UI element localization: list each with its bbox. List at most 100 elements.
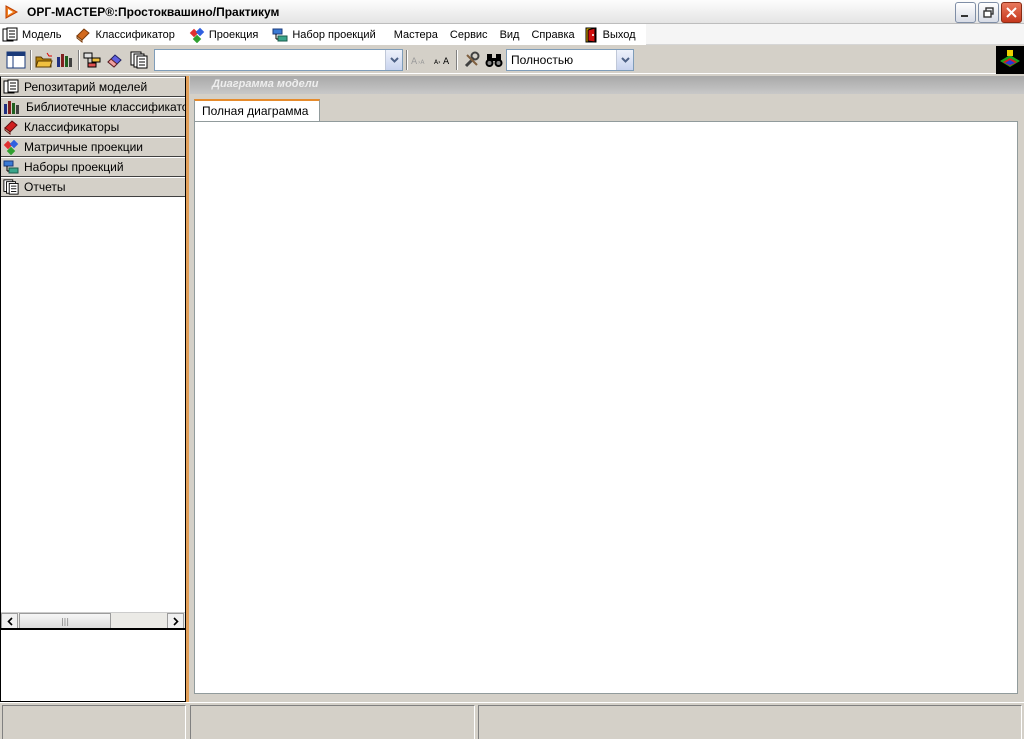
repository-icon [3, 79, 19, 94]
scroll-right-button[interactable] [167, 613, 184, 629]
diagram-header: Диаграмма модели [190, 76, 1024, 94]
menu-service-label: Сервис [449, 28, 488, 41]
nav-item-model-repository[interactable]: Репозитарий моделей [1, 77, 185, 97]
zoom-combo-value: Полностью [511, 53, 574, 67]
reports-icon [130, 51, 148, 69]
chevron-right-icon [172, 616, 179, 626]
menu-view[interactable]: Вид [494, 24, 526, 45]
model-combo-arrow[interactable] [385, 50, 402, 70]
status-panel-3 [478, 705, 1022, 739]
restore-button[interactable] [978, 2, 999, 23]
diagram-canvas[interactable] [194, 121, 1018, 694]
menu-wizards[interactable]: Мастера [382, 24, 444, 45]
close-button[interactable] [1001, 2, 1022, 23]
minimize-button[interactable] [955, 2, 976, 23]
eraser-icon [107, 54, 122, 68]
navigator-details-pane [1, 628, 185, 701]
classifier-button[interactable] [105, 49, 125, 71]
menu-model[interactable]: Модель [0, 24, 67, 45]
nav-item-matrix-projections[interactable]: Матричные проекции [1, 137, 185, 157]
nav-item-label: Библиотечные классификаторы [26, 100, 185, 114]
toolbar-separator [406, 50, 408, 70]
reports-button[interactable] [128, 49, 150, 71]
panel-splitter[interactable] [186, 76, 189, 702]
model-combo[interactable] [154, 49, 403, 71]
navigator-horizontal-scrollbar[interactable]: ||| [1, 612, 185, 629]
nav-item-label: Матричные проекции [24, 140, 143, 154]
exit-door-icon [585, 26, 597, 43]
menu-exit[interactable]: Выход [581, 24, 642, 45]
book-icon [4, 120, 18, 135]
chevron-down-icon [620, 57, 630, 63]
menu-model-label: Модель [22, 28, 62, 41]
nav-item-classifiers[interactable]: Классификаторы [1, 117, 185, 137]
nav-item-label: Классификаторы [24, 120, 120, 134]
hierarchy-icon [83, 52, 101, 68]
book-icon [76, 27, 91, 43]
toolbar: A ›A A› A Полностью [0, 46, 1024, 74]
projection-set-icon [3, 160, 19, 174]
status-panel-1 [2, 705, 186, 739]
zoom-combo-arrow[interactable] [616, 50, 633, 70]
menu-projection-set[interactable]: Набор проекций [264, 24, 381, 45]
window-title: ОРГ-МАСТЕР®:Простоквашино/Практикум [27, 5, 280, 19]
tree-button[interactable] [82, 49, 102, 71]
svg-text:A›: A› [434, 59, 441, 66]
font-decrease-button[interactable]: A ›A [410, 49, 430, 71]
open-folder-button[interactable] [34, 49, 54, 71]
menu-classifier[interactable]: Классификатор [67, 24, 180, 45]
menu-exit-label: Выход [602, 28, 636, 41]
library-books-icon [57, 54, 72, 67]
layout-button[interactable] [4, 49, 28, 71]
title-bar[interactable]: ОРГ-МАСТЕР®:Простоквашино/Практикум [0, 0, 1024, 24]
menu-projection[interactable]: Проекция [181, 24, 264, 45]
toolbar-separator [78, 50, 80, 70]
scroll-left-button[interactable] [1, 613, 18, 629]
scroll-thumb[interactable]: ||| [19, 613, 111, 629]
zoom-combo[interactable]: Полностью [506, 49, 634, 71]
chevron-left-icon [6, 616, 13, 626]
menu-view-label: Вид [499, 28, 520, 41]
font-decrease-icon: A ›A [411, 57, 425, 66]
status-panel-2 [190, 705, 475, 739]
tools-icon [464, 51, 480, 68]
nav-item-label: Отчеты [24, 180, 66, 194]
brand-logo-icon [997, 47, 1023, 73]
nav-item-projection-sets[interactable]: Наборы проекций [1, 157, 185, 177]
svg-text:A: A [443, 57, 450, 66]
reports-icon [3, 179, 19, 195]
nav-item-reports[interactable]: Отчеты [1, 177, 185, 197]
diagram-header-title: Диаграмма модели [212, 78, 319, 90]
status-bar [0, 702, 1024, 739]
close-icon [1006, 7, 1017, 18]
menu-service[interactable]: Сервис [444, 24, 494, 45]
toolbar-separator [456, 50, 458, 70]
binoculars-icon [485, 54, 503, 67]
navigator-panel: Репозитарий моделей Библиотечные классиф… [0, 76, 186, 702]
library-button[interactable] [55, 49, 75, 71]
chevron-down-icon [389, 57, 399, 63]
menu-help-label: Справка [531, 28, 575, 41]
projection-icon [3, 139, 19, 155]
toolbar-separator [30, 50, 32, 70]
menu-projection-set-label: Набор проекций [292, 28, 376, 41]
font-increase-button[interactable]: A› A [433, 49, 453, 71]
menu-bar: Модель Классификатор Проекция Набор прое… [0, 24, 1024, 45]
nav-item-label: Наборы проекций [24, 160, 124, 174]
tools-button[interactable] [461, 49, 483, 71]
menu-wizards-label: Мастера [393, 28, 438, 41]
window-layout-icon [6, 51, 26, 69]
tab-full-diagram[interactable]: Полная диаграмма [194, 99, 320, 121]
nav-item-library-classifiers[interactable]: Библиотечные классификаторы [1, 97, 185, 117]
minimize-icon [961, 15, 968, 17]
app-logo-icon [5, 5, 19, 19]
restore-icon [983, 7, 994, 18]
svg-text:›A: ›A [418, 59, 425, 66]
find-button[interactable] [484, 49, 504, 71]
open-folder-icon [35, 52, 53, 68]
svg-text:A: A [411, 57, 418, 66]
brand-logo [996, 46, 1024, 74]
diagram-area: Полная диаграмма [190, 96, 1024, 700]
projection-icon [189, 27, 205, 43]
menu-help[interactable]: Справка [525, 24, 580, 45]
